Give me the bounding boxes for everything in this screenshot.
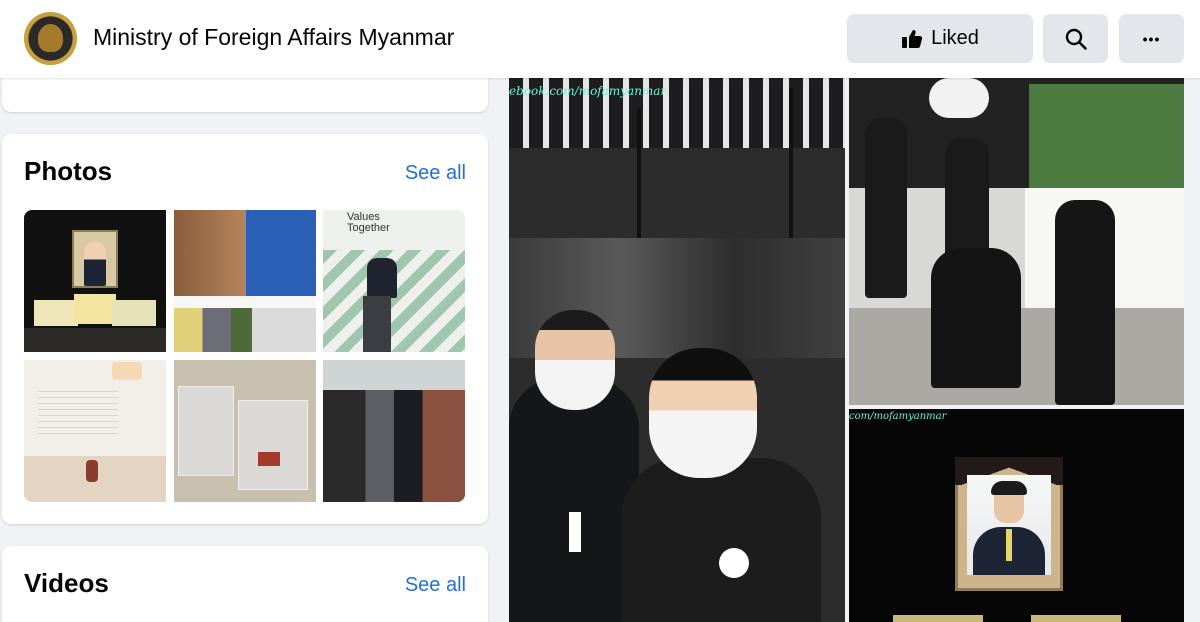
ceiling (323, 360, 465, 390)
attendee (1055, 200, 1115, 405)
featured-photo-memorial-portrait[interactable]: com/mofamyanmar (849, 409, 1184, 622)
photo-thumbnail[interactable] (24, 360, 166, 502)
search-button[interactable] (1043, 14, 1108, 63)
flower-edge (893, 615, 983, 622)
blue-backdrop (246, 210, 316, 296)
flowers-center (74, 294, 116, 324)
man-face-mask (535, 310, 615, 410)
lamp (112, 362, 142, 380)
flowers-right (112, 300, 156, 326)
ministry-seal-icon[interactable] (24, 12, 77, 65)
glass-case-right (238, 400, 308, 490)
glass-case-left (178, 386, 234, 476)
page-header: Ministry of Foreign Affairs Myanmar Like… (0, 0, 1200, 78)
page-watermark: ebook.com/mofamyanmar (509, 84, 667, 98)
white-flowers (929, 78, 989, 118)
page-watermark: com/mofamyanmar (849, 411, 947, 422)
wall-text (38, 386, 118, 436)
photos-see-all-link[interactable]: See all (405, 162, 466, 185)
photos-title: Photos (24, 156, 113, 186)
green-flowers (1029, 84, 1184, 204)
portrait-hair (991, 481, 1027, 495)
attendee-bowing (931, 248, 1021, 388)
photos-card: Photos See all Values Together (2, 134, 488, 524)
thumbs-up-icon (902, 29, 923, 48)
wood-wall (174, 210, 246, 296)
podium (363, 296, 391, 352)
liked-button[interactable]: Liked (847, 14, 1033, 63)
portrait-person (84, 242, 106, 286)
photo-thumbnail[interactable] (323, 360, 465, 502)
attendee (865, 118, 907, 298)
flowers-left (34, 300, 78, 326)
artifact (258, 452, 280, 466)
woman-shawl (621, 458, 821, 622)
videos-see-all-link[interactable]: See all (405, 574, 466, 597)
seal-emblem (38, 24, 63, 52)
people (174, 308, 316, 352)
man-in-suit (509, 378, 639, 622)
portrait-tie (1006, 529, 1012, 561)
photo-thumbnail[interactable] (24, 210, 166, 352)
white-ribbon (719, 548, 749, 578)
flower-edge (1031, 615, 1121, 622)
woman-face-mask (649, 348, 757, 478)
videos-card: Videos See all (2, 546, 488, 622)
photo-thumbnail[interactable] (174, 210, 316, 352)
photo-thumbnail[interactable] (174, 360, 316, 502)
artifact (86, 460, 98, 482)
page-title[interactable]: Ministry of Foreign Affairs Myanmar (93, 24, 454, 51)
audience (24, 328, 166, 352)
liked-label: Liked (931, 27, 979, 49)
more-options-button[interactable]: ••• (1119, 14, 1184, 63)
featured-photo-delegation[interactable]: ebook.com/mofamyanmar (509, 78, 845, 622)
more-dots-icon: ••• (1142, 30, 1161, 47)
photo-thumbnail[interactable]: Values Together (323, 210, 465, 352)
camera-tripod (637, 108, 641, 258)
crowd (323, 390, 465, 502)
white-ribbon (569, 512, 581, 552)
videos-title: Videos (24, 568, 109, 598)
featured-photo-floral-tribute[interactable] (849, 78, 1184, 405)
speaker (367, 258, 397, 298)
search-icon (1065, 28, 1087, 50)
event-sign-text: Values Together (347, 211, 390, 234)
